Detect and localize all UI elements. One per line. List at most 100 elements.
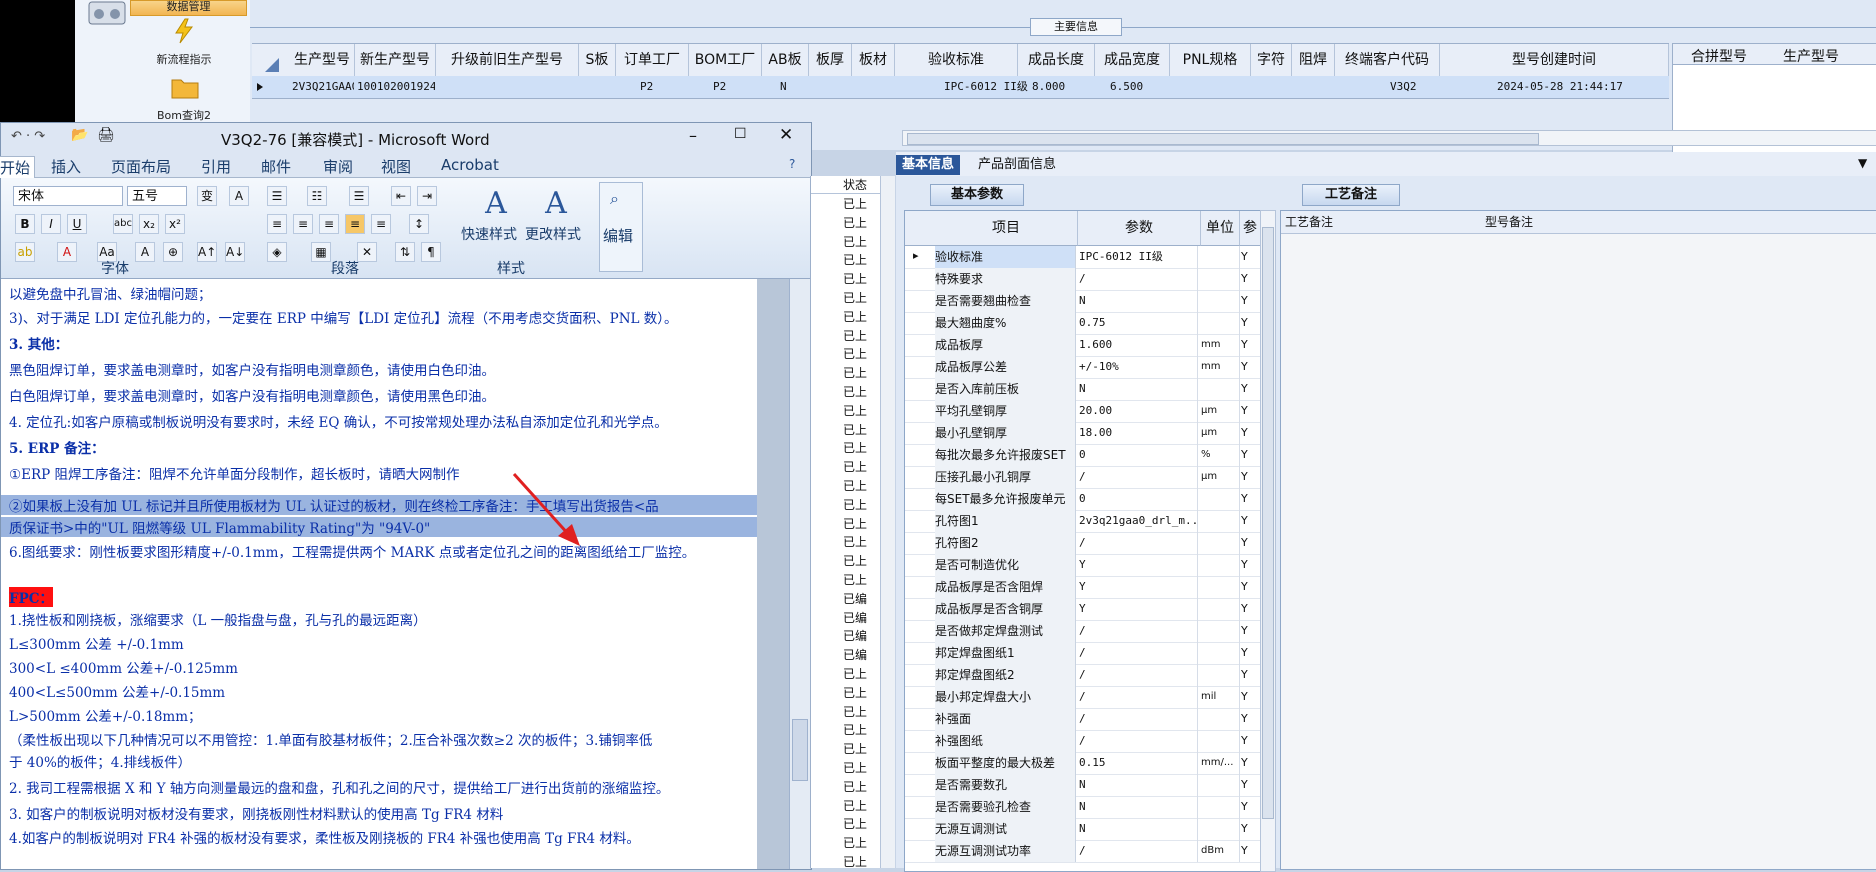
doc-line[interactable]: 于 40%的板件；4.排线板件） [9, 751, 191, 771]
cn-layout-icon[interactable]: ✕ [357, 242, 377, 262]
param-value[interactable]: Y [1079, 554, 1198, 576]
doc-line[interactable]: FPC： [9, 587, 53, 607]
param-value[interactable]: 18.00 [1079, 422, 1198, 444]
param-row[interactable]: 最大翘曲度% 0.75 Y [905, 312, 1260, 335]
param-item[interactable]: 邦定焊盘图纸2 [935, 664, 1076, 686]
table-row[interactable]: 2V3Q21GAA0 10010200192409 P2 P2 N IPC-60… [252, 76, 1669, 99]
col-prod-model[interactable]: 生产型号 [290, 44, 355, 76]
param-item[interactable]: 验收标准 [935, 246, 1076, 268]
tab-review[interactable]: 审阅 [323, 156, 353, 177]
param-unit[interactable] [1201, 246, 1240, 268]
param-flag[interactable]: Y [1241, 246, 1259, 268]
subscript-icon[interactable]: x₂ [139, 214, 159, 234]
param-item[interactable]: 板面平整度的最大极差 [935, 752, 1076, 774]
param-row[interactable]: 是否需要翘曲检查 N Y [905, 290, 1260, 313]
show-marks-icon[interactable]: ¶ [421, 242, 441, 262]
status-item[interactable]: 已上 [843, 759, 867, 776]
param-value[interactable]: N [1079, 796, 1198, 818]
col-flag[interactable]: 参 [1240, 211, 1260, 246]
param-flag[interactable]: Y [1241, 708, 1259, 730]
param-unit[interactable] [1201, 642, 1240, 664]
param-flag[interactable]: Y [1241, 378, 1259, 400]
cell-new-model[interactable]: 10010200192409 [357, 76, 435, 98]
param-flag[interactable]: Y [1241, 400, 1259, 422]
col-bom-factory[interactable]: BOM工厂 [689, 44, 762, 76]
status-item[interactable]: 已上 [843, 477, 867, 494]
param-row[interactable]: 补强图纸 / Y [905, 730, 1260, 753]
status-item[interactable]: 已上 [843, 458, 867, 475]
dropdown-icon[interactable]: ▼ [1858, 156, 1867, 170]
col-order-factory[interactable]: 订单工厂 [616, 44, 689, 76]
folder-icon[interactable] [171, 76, 199, 100]
param-unit[interactable] [1201, 510, 1240, 532]
col-item[interactable]: 项目 [935, 211, 1078, 246]
distributed-icon[interactable]: ≡ [371, 214, 391, 234]
param-row[interactable]: 成品板厚是否含阻焊 Y Y [905, 576, 1260, 599]
param-flag[interactable]: Y [1241, 796, 1259, 818]
launcher-header[interactable]: 数据管理 [130, 0, 247, 16]
cell-create-time[interactable]: 2024-05-28 21:44:17 [1497, 76, 1667, 98]
col-acceptance[interactable]: 验收标准 [895, 44, 1018, 76]
param-item[interactable]: 每SET最多允许报废单元 [935, 488, 1076, 510]
phonetic-icon[interactable]: 变 [197, 186, 217, 206]
cell-acceptance[interactable]: IPC-6012 II级 [944, 76, 1034, 98]
tab-basic-params[interactable]: 基本参数 [930, 184, 1024, 206]
change-styles-button[interactable]: 更改样式 [525, 224, 581, 244]
edit-group[interactable]: ⌕ 编辑 [599, 182, 643, 272]
param-unit[interactable] [1201, 708, 1240, 730]
param-item[interactable]: 无源互调测试 [935, 818, 1076, 840]
col-char[interactable]: 字符 [1251, 44, 1292, 76]
doc-line[interactable]: 5. ERP 备注： [9, 437, 105, 457]
doc-line[interactable]: 质保证书>中的"UL 阻燃等级 UL Flammability Rating"为… [1, 517, 757, 537]
status-item[interactable]: 已编 [843, 646, 867, 663]
param-item[interactable]: 是否需要验孔检查 [935, 796, 1076, 818]
param-item[interactable]: 每批次最多允许报废SET [935, 444, 1076, 466]
param-value[interactable]: IPC-6012 II级 [1079, 246, 1198, 268]
param-unit[interactable] [1201, 796, 1240, 818]
shrink-font-icon[interactable]: A↓ [225, 242, 245, 262]
align-left-icon[interactable]: ≡ [267, 214, 287, 234]
font-name-field[interactable]: 宋体 [13, 186, 123, 206]
param-value[interactable]: / [1079, 466, 1198, 488]
param-value[interactable]: N [1079, 818, 1198, 840]
param-item[interactable]: 成品板厚公差 [935, 356, 1076, 378]
shading-icon[interactable]: ◈ [267, 242, 287, 262]
param-unit[interactable]: μm [1201, 466, 1240, 488]
grow-font-icon[interactable]: A↑ [197, 242, 217, 262]
param-value[interactable]: N [1079, 774, 1198, 796]
status-item[interactable]: 已上 [843, 815, 867, 832]
line-spacing-icon[interactable]: ↕ [409, 214, 429, 234]
change-styles-icon[interactable]: A [539, 186, 573, 221]
doc-line[interactable]: 6.图纸要求：刚性板要求图形精度+/-0.1mm，工程需提供两个 MARK 点或… [9, 541, 695, 561]
param-row[interactable]: 成品板厚公差 +/-10% mm Y [905, 356, 1260, 379]
params-scrollbar[interactable] [1260, 210, 1276, 872]
col-old-model[interactable]: 升级前旧生产型号 [436, 44, 579, 76]
param-row[interactable]: 每批次最多允许报废SET 0% Y [905, 444, 1260, 467]
bullets-icon[interactable]: ☰ [267, 186, 287, 206]
param-unit[interactable] [1201, 378, 1240, 400]
param-unit[interactable] [1201, 532, 1240, 554]
param-value[interactable]: / [1079, 730, 1198, 752]
status-header[interactable]: 状态 [811, 176, 881, 194]
col-pnl[interactable]: PNL规格 [1170, 44, 1251, 76]
horizontal-scrollbar[interactable] [902, 130, 1876, 146]
bold-icon[interactable]: B [15, 214, 35, 234]
col-s-board[interactable]: S板 [579, 44, 616, 76]
param-value[interactable]: / [1079, 708, 1198, 730]
strikethrough-icon[interactable]: abc [113, 214, 133, 234]
param-row[interactable]: 邦定焊盘图纸1/ Y [905, 642, 1260, 665]
col-solder-mask[interactable]: 阻焊 [1292, 44, 1335, 76]
device-icon[interactable] [87, 0, 127, 28]
print-icon[interactable]: 🖨 [97, 127, 115, 143]
col-merge-model[interactable]: 合拼型号 [1691, 46, 1747, 66]
cell-bom-factory[interactable]: P2 [713, 76, 753, 98]
col-material[interactable]: 板材 [852, 44, 895, 76]
param-item[interactable]: 孔符图2 [935, 532, 1076, 554]
status-item[interactable]: 已上 [843, 439, 867, 456]
param-item[interactable]: 是否做邦定焊盘测试 [935, 620, 1076, 642]
help-icon[interactable]: ? [789, 157, 795, 171]
tab-references[interactable]: 引用 [201, 156, 231, 177]
status-item[interactable]: 已编 [843, 590, 867, 607]
param-unit[interactable] [1201, 598, 1240, 620]
font-color-icon[interactable]: A [57, 242, 77, 262]
